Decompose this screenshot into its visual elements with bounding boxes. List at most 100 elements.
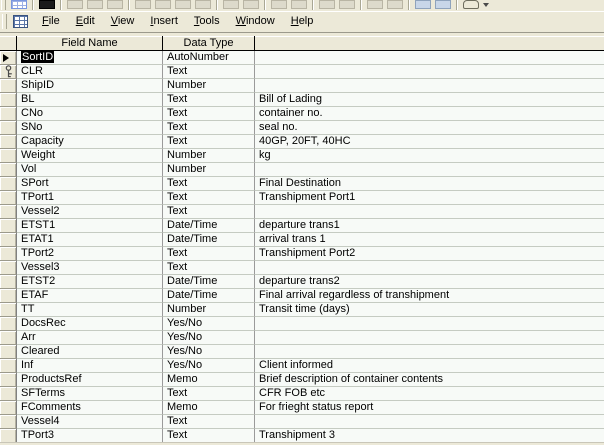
data-type-cell[interactable]: Memo (163, 373, 255, 387)
description-cell[interactable]: Transhipment Port1 (255, 191, 604, 205)
data-type-cell[interactable]: Number (163, 79, 255, 93)
indexes-icon[interactable] (291, 0, 307, 9)
field-name-cell[interactable]: TT (17, 303, 163, 317)
row-selector[interactable] (0, 219, 17, 233)
description-cell[interactable]: CFR FOB etc (255, 387, 604, 401)
row-selector[interactable] (0, 191, 17, 205)
data-type-cell[interactable]: Memo (163, 401, 255, 415)
row-selector[interactable] (0, 415, 17, 429)
data-type-cell[interactable]: Text (163, 93, 255, 107)
row-selector[interactable] (0, 93, 17, 107)
spelling-icon[interactable] (107, 0, 123, 9)
row-selector[interactable] (0, 303, 17, 317)
field-name-cell[interactable]: Capacity (17, 135, 163, 149)
field-name-cell[interactable]: Inf (17, 359, 163, 373)
description-cell[interactable]: container no. (255, 107, 604, 121)
data-type-cell[interactable]: Text (163, 107, 255, 121)
field-name-cell[interactable]: Vol (17, 163, 163, 177)
row-selector[interactable] (0, 149, 17, 163)
data-type-cell[interactable]: Text (163, 247, 255, 261)
row-selector[interactable] (0, 359, 17, 373)
row-selector[interactable] (0, 331, 17, 345)
description-cell[interactable] (255, 331, 604, 345)
menu-item-tools[interactable]: Tools (186, 13, 228, 30)
data-type-cell[interactable]: Date/Time (163, 233, 255, 247)
data-type-cell[interactable]: Text (163, 121, 255, 135)
data-type-cell[interactable]: Text (163, 429, 255, 442)
field-name-cell[interactable]: DocsRec (17, 317, 163, 331)
field-name-cell[interactable]: ETAF (17, 289, 163, 303)
description-cell[interactable] (255, 317, 604, 331)
field-name-cell[interactable]: TPort3 (17, 429, 163, 442)
description-cell[interactable] (255, 205, 604, 219)
menu-item-insert[interactable]: Insert (142, 13, 186, 30)
row-selector[interactable] (0, 107, 17, 121)
help-dropdown-arrow-icon[interactable] (483, 3, 489, 7)
row-selector[interactable] (0, 401, 17, 415)
description-cell[interactable]: For frieght status report (255, 401, 604, 415)
description-cell[interactable] (255, 65, 604, 79)
field-name-cell[interactable]: TPort1 (17, 191, 163, 205)
field-name-cell[interactable]: ETAT1 (17, 233, 163, 247)
description-cell[interactable]: kg (255, 149, 604, 163)
field-name-cell[interactable]: ShipID (17, 79, 163, 93)
description-cell[interactable] (255, 79, 604, 93)
row-selector[interactable] (0, 261, 17, 275)
copy-icon[interactable] (155, 0, 171, 9)
field-name-cell[interactable]: CLR (17, 65, 163, 79)
field-name-cell[interactable]: SNo (17, 121, 163, 135)
build-icon[interactable] (387, 0, 403, 9)
cut-icon[interactable] (135, 0, 151, 9)
menu-item-view[interactable]: View (103, 13, 143, 30)
description-cell[interactable]: Final Destination (255, 177, 604, 191)
description-cell[interactable]: departure trans1 (255, 219, 604, 233)
description-cell[interactable]: Bill of Lading (255, 93, 604, 107)
data-type-cell[interactable]: Text (163, 205, 255, 219)
help-icon[interactable] (463, 0, 479, 9)
row-selector[interactable] (0, 135, 17, 149)
data-type-cell[interactable]: AutoNumber (163, 51, 255, 65)
print-preview-icon[interactable] (87, 0, 103, 9)
description-cell[interactable]: Transhipment Port2 (255, 247, 604, 261)
undo-icon[interactable] (223, 0, 239, 9)
menu-item-edit[interactable]: Edit (68, 13, 103, 30)
description-cell[interactable] (255, 51, 604, 65)
row-selector[interactable] (0, 429, 17, 442)
field-name-cell[interactable]: FComments (17, 401, 163, 415)
description-cell[interactable] (255, 345, 604, 359)
data-type-cell[interactable]: Yes/No (163, 317, 255, 331)
row-selector[interactable] (0, 163, 17, 177)
data-type-cell[interactable]: Text (163, 415, 255, 429)
data-type-cell[interactable]: Number (163, 303, 255, 317)
new-object-icon[interactable] (435, 0, 451, 9)
field-name-cell[interactable]: ETST2 (17, 275, 163, 289)
row-selector[interactable] (0, 289, 17, 303)
field-name-cell[interactable]: Vessel2 (17, 205, 163, 219)
properties-icon[interactable] (367, 0, 383, 9)
field-name-cell[interactable]: Cleared (17, 345, 163, 359)
menu-item-window[interactable]: Window (228, 13, 283, 30)
description-cell[interactable]: Client informed (255, 359, 604, 373)
data-type-cell[interactable]: Yes/No (163, 345, 255, 359)
insert-hyperlink-icon[interactable] (243, 0, 259, 9)
paste-icon[interactable] (175, 0, 191, 9)
row-selector[interactable] (0, 317, 17, 331)
data-type-cell[interactable]: Text (163, 135, 255, 149)
data-type-cell[interactable]: Text (163, 261, 255, 275)
data-type-cell[interactable]: Yes/No (163, 331, 255, 345)
save-icon[interactable] (39, 0, 55, 9)
row-selector[interactable] (0, 373, 17, 387)
insert-rows-icon[interactable] (319, 0, 335, 9)
delete-rows-icon[interactable] (339, 0, 355, 9)
data-type-cell[interactable]: Text (163, 177, 255, 191)
data-type-cell[interactable]: Date/Time (163, 289, 255, 303)
row-selector[interactable] (0, 247, 17, 261)
description-cell[interactable]: departure trans2 (255, 275, 604, 289)
description-cell[interactable]: Brief description of container contents (255, 373, 604, 387)
data-type-cell[interactable]: Text (163, 191, 255, 205)
database-window-icon[interactable] (415, 0, 431, 9)
field-name-cell[interactable]: Weight (17, 149, 163, 163)
row-selector[interactable] (0, 387, 17, 401)
field-name-cell[interactable]: Arr (17, 331, 163, 345)
row-selector[interactable] (0, 79, 17, 93)
